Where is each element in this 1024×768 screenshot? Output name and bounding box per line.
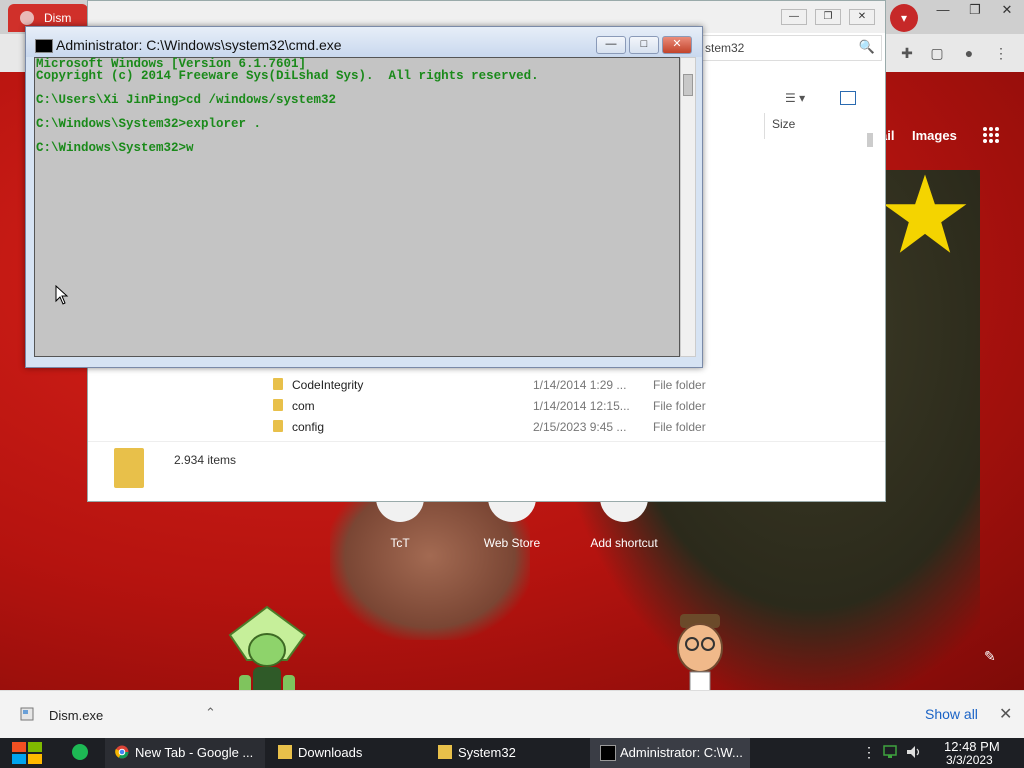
item-count: 2.934 items <box>174 453 237 467</box>
shortcut-label: Add shortcut <box>590 536 658 550</box>
chrome-tab-title: Dism <box>44 11 72 25</box>
preview-pane-icon[interactable] <box>840 91 856 105</box>
clock-date[interactable]: 3/3/2023 <box>946 753 993 767</box>
spotify-icon[interactable] <box>72 744 88 760</box>
menu-icon[interactable]: ⋮ <box>992 44 1010 62</box>
cmd-console-output[interactable]: Microsoft Windows [Version 6.1.7601] Copy… <box>34 57 680 357</box>
file-name: config <box>292 420 325 434</box>
folder-icon <box>278 745 292 759</box>
taskbar-item-system32[interactable]: System32 <box>428 738 588 768</box>
cmd-icon <box>35 39 53 53</box>
customize-pencil-icon[interactable]: ✎ <box>984 648 996 665</box>
taskbar-item-label: Administrator: C:\W... <box>620 745 743 760</box>
console-line: C:\Windows\System32>explorer . <box>36 117 262 131</box>
search-icon[interactable]: 🔍 <box>859 39 875 55</box>
search-text: stem32 <box>705 41 745 55</box>
windows-start-icon[interactable] <box>10 740 44 766</box>
minimize-icon[interactable]: — <box>928 0 958 20</box>
console-line: C:\Users\Xi JinPing>cd /windows/system32 <box>36 93 337 107</box>
close-icon[interactable]: ✕ <box>849 9 875 25</box>
chrome-profile-menu-button[interactable]: ▾ <box>890 4 918 32</box>
download-bar: Dism.exe ⌃ Show all ✕ <box>0 690 1024 739</box>
taskbar-item-downloads[interactable]: Downloads <box>268 738 428 768</box>
extensions-icon[interactable]: ✚ <box>898 44 916 62</box>
explorer-scrollbar[interactable] <box>863 113 877 443</box>
file-name: com <box>292 399 315 413</box>
cmd-title: Administrator: C:\Windows\system32\cmd.e… <box>56 37 342 53</box>
tab-favicon-icon <box>20 11 34 25</box>
file-row[interactable]: CodeIntegrity 1/14/2014 1:29 ... File fo… <box>273 375 873 395</box>
images-link[interactable]: Images <box>912 128 957 143</box>
network-icon[interactable] <box>882 745 898 759</box>
explorer-search-box[interactable]: stem32 🔍 <box>700 35 882 61</box>
download-file-name[interactable]: Dism.exe <box>49 708 103 723</box>
speaker-icon[interactable] <box>906 745 922 759</box>
folder-icon <box>273 378 283 390</box>
cmd-window: Administrator: C:\Windows\system32\cmd.e… <box>25 26 703 368</box>
shortcut-label: Web Store <box>483 536 541 550</box>
file-date: 1/14/2014 12:15... <box>533 399 630 413</box>
folder-icon <box>438 745 452 759</box>
taskbar: New Tab - Google ... Downloads System32 … <box>0 738 1024 768</box>
file-type: File folder <box>653 399 706 413</box>
star-icon <box>883 174 967 253</box>
folder-icon <box>114 448 144 488</box>
file-type: File folder <box>653 420 706 434</box>
shortcut-label: TcT <box>390 536 410 550</box>
chevron-up-icon[interactable]: ⌃ <box>205 705 216 721</box>
close-icon[interactable]: ✕ <box>992 0 1022 20</box>
console-line: C:\Windows\System32>w <box>36 141 194 155</box>
taskbar-item-label: System32 <box>458 745 516 760</box>
column-header-size[interactable]: Size <box>772 117 795 131</box>
restore-icon[interactable]: ❐ <box>815 9 841 25</box>
scrollbar-thumb[interactable] <box>867 133 873 147</box>
cmd-scrollbar[interactable] <box>680 57 696 357</box>
file-row[interactable]: config 2/15/2023 9:45 ... File folder <box>273 417 873 437</box>
cmd-icon <box>600 745 616 761</box>
column-separator <box>764 113 765 139</box>
taskbar-item-label: New Tab - Google ... <box>135 745 254 760</box>
folder-icon <box>273 420 283 432</box>
show-all-link[interactable]: Show all <box>925 706 978 722</box>
explorer-status-bar: 2.934 items <box>88 441 885 500</box>
close-icon[interactable]: ✕ <box>662 36 692 54</box>
side-panel-icon[interactable]: ▢ <box>928 44 946 62</box>
cmd-titlebar[interactable]: Administrator: C:\Windows\system32\cmd.e… <box>26 27 702 57</box>
close-icon[interactable]: ✕ <box>999 704 1012 724</box>
taskbar-item-cmd[interactable]: Administrator: C:\W... <box>590 738 750 768</box>
profile-icon[interactable]: ● <box>960 44 978 62</box>
file-row[interactable]: com 1/14/2014 12:15... File folder <box>273 396 873 416</box>
taskbar-item-chrome[interactable]: New Tab - Google ... <box>105 738 265 768</box>
taskbar-item-label: Downloads <box>298 745 363 760</box>
apps-grid-icon[interactable] <box>982 126 1000 144</box>
file-date: 1/14/2014 1:29 ... <box>533 378 627 392</box>
mouse-cursor-icon <box>55 285 69 305</box>
chrome-toolbar-right: ✚ ▢ ● ⋮ <box>884 34 1024 72</box>
folder-icon <box>273 399 283 411</box>
file-date: 2/15/2023 9:45 ... <box>533 420 627 434</box>
scrollbar-thumb[interactable] <box>683 74 693 96</box>
maximize-icon[interactable]: □ <box>629 36 659 54</box>
minimize-icon[interactable]: — <box>781 9 807 25</box>
console-line: Copyright (c) 2014 Freeware Sys(DiLshad … <box>36 69 539 83</box>
file-type: File folder <box>653 378 706 392</box>
restore-icon[interactable]: ❐ <box>960 0 990 20</box>
console-lines: Microsoft Windows [Version 6.1.7601] Copy… <box>36 58 539 155</box>
view-options-icon[interactable]: ☰ ▾ <box>785 91 805 105</box>
clock-time[interactable]: 12:48 PM <box>944 739 1000 754</box>
chrome-window-controls: — ❐ ✕ <box>928 0 1024 20</box>
file-name: CodeIntegrity <box>292 378 364 392</box>
tray-overflow-icon[interactable]: ⋮ <box>862 744 876 761</box>
file-icon <box>20 707 34 721</box>
minimize-icon[interactable]: — <box>596 36 626 54</box>
chrome-icon <box>115 745 129 759</box>
